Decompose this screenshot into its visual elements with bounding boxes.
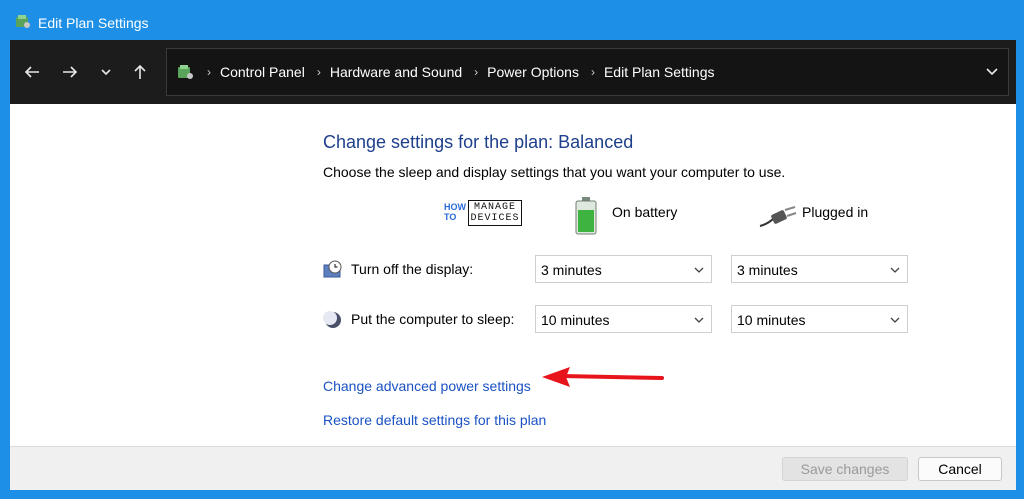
breadcrumb-separator: › <box>207 65 211 79</box>
address-dropdown-icon[interactable] <box>982 61 1002 81</box>
window: Edit Plan Settings › Control Panel › Har… <box>10 6 1016 490</box>
logo-manage-devices: MANAGE DEVICES <box>468 200 522 226</box>
control-panel-icon <box>178 65 193 79</box>
display-clock-icon <box>323 260 342 278</box>
column-header-on-battery: On battery <box>612 204 678 220</box>
column-header-plugged-in: Plugged in <box>802 204 869 220</box>
navigation-bar: › Control Panel › Hardware and Sound › P… <box>10 40 1016 104</box>
breadcrumb-separator: › <box>590 65 595 79</box>
save-changes-button[interactable]: Save changes <box>782 457 908 481</box>
forward-button[interactable] <box>58 60 82 84</box>
arrow-right-icon <box>63 66 78 78</box>
cancel-button[interactable]: Cancel <box>918 457 1002 481</box>
back-button[interactable] <box>20 60 44 84</box>
breadcrumb-control-panel[interactable]: Control Panel <box>220 64 305 80</box>
up-button[interactable] <box>128 60 152 84</box>
chevron-down-icon <box>101 69 111 76</box>
control-panel-icon <box>16 15 30 28</box>
address-bar[interactable]: › Control Panel › Hardware and Sound › P… <box>166 48 1009 96</box>
display-plugged-in-select[interactable]: 3 minutes <box>731 255 908 283</box>
screenshot-frame: Edit Plan Settings › Control Panel › Har… <box>0 0 1024 499</box>
recent-locations-button[interactable] <box>94 60 118 84</box>
restore-default-settings-link[interactable]: Restore default settings for this plan <box>323 412 546 428</box>
breadcrumb: › Control Panel › Hardware and Sound › P… <box>175 49 714 95</box>
main-content: Change settings for the plan: Balanced C… <box>10 104 1016 446</box>
window-title: Edit Plan Settings <box>38 15 149 31</box>
red-arrow-annotation <box>542 367 664 387</box>
breadcrumb-separator: › <box>316 65 321 79</box>
arrow-left-icon <box>24 66 39 78</box>
change-advanced-power-settings-link[interactable]: Change advanced power settings <box>323 378 531 394</box>
sleep-setting-label: Put the computer to sleep: <box>351 311 515 327</box>
page-title: Change settings for the plan: Balanced <box>323 132 634 152</box>
plug-icon <box>759 206 797 227</box>
chevron-down-icon <box>694 267 704 273</box>
display-on-battery-select[interactable]: 3 minutes <box>535 255 712 283</box>
chevron-down-icon <box>890 267 900 273</box>
title-bar[interactable]: Edit Plan Settings <box>10 6 1016 40</box>
page-description: Choose the sleep and display settings th… <box>323 164 786 180</box>
sleep-on-battery-select[interactable]: 10 minutes <box>535 305 712 333</box>
sleep-moon-icon <box>323 311 341 328</box>
arrow-up-icon <box>134 64 146 79</box>
chevron-down-icon <box>694 317 704 323</box>
display-setting-label: Turn off the display: <box>351 261 474 277</box>
sleep-plugged-in-select[interactable]: 10 minutes <box>731 305 908 333</box>
breadcrumb-power-options[interactable]: Power Options <box>487 64 579 80</box>
breadcrumb-hardware-and-sound[interactable]: Hardware and Sound <box>330 64 462 80</box>
logo-how-to: HOW TO <box>444 202 466 222</box>
chevron-down-icon <box>890 317 900 323</box>
breadcrumb-separator: › <box>474 65 479 79</box>
footer-bar: Save changes Cancel <box>10 446 1016 490</box>
breadcrumb-edit-plan-settings[interactable]: Edit Plan Settings <box>604 64 715 80</box>
battery-icon <box>575 197 597 235</box>
watermark-logo: HOW TO MANAGE DEVICES <box>444 200 524 230</box>
